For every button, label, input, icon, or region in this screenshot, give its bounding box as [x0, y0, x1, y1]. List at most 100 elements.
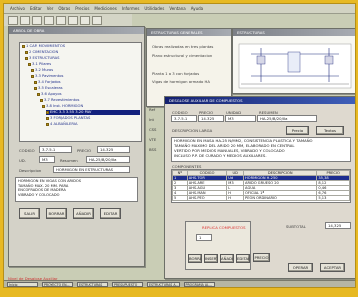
dialog-description-box[interactable]: HORMIGON EN MASA HA-25 N/MM2, CONSISTENC… [171, 137, 351, 162]
descripcion-field[interactable]: HORMIGON EN ESTRUCTURAS [53, 166, 130, 173]
tree-item-13[interactable]: 3 FORJADOS PLANTAS [46, 116, 90, 121]
precio-field[interactable]: 14.325 [97, 146, 130, 153]
start-button[interactable]: Inicio [7, 281, 38, 287]
tree-item-4[interactable]: 3.1 Pilares [28, 62, 51, 67]
precio-button[interactable]: Precio [286, 126, 309, 135]
taskbar: Inicio PROYECTO EN... ESTRUCTURAS PRESUP… [4, 280, 355, 287]
structure-drawing [238, 43, 352, 89]
tree-item-2[interactable]: 2 CIMENTACION [25, 50, 58, 55]
menu-ver[interactable]: Ver [47, 6, 54, 11]
table-row[interactable]: 4 AHS.MAN H OFICIAL 1ª 6,76 [172, 190, 350, 196]
toolbar-button-3[interactable] [32, 15, 42, 25]
tree-item-1[interactable]: 1 CAP. MOVIMIENTOS [22, 44, 65, 49]
toolbar-button-2[interactable] [20, 15, 30, 25]
vertical-label-5: BSS [149, 147, 157, 152]
codigo-label: CODIGO [19, 148, 35, 153]
tree-item-9[interactable]: 3.6 Apoyos [37, 92, 62, 97]
tree-item-6[interactable]: 3.3 Pavimentos [31, 74, 63, 79]
toolbar-button-1[interactable] [8, 15, 18, 25]
tree-item-10[interactable]: 3.7 Revestimientos [40, 98, 79, 103]
menu-informes[interactable]: Informes [122, 6, 140, 11]
toolbar-button-7[interactable] [80, 15, 90, 25]
folder-icon [37, 92, 40, 96]
dialog-title: DESGLOSE AUXILIAR DE COMPUESTOS [165, 97, 355, 104]
folder-icon [31, 74, 34, 78]
tree-item-7[interactable]: 3.4 Forjados [34, 80, 61, 85]
borrar-button[interactable]: BORRAR [46, 208, 67, 219]
editar-button[interactable]: EDITAR [100, 208, 121, 219]
folder-icon [40, 98, 43, 102]
folder-icon [46, 110, 49, 114]
menu-archivo[interactable]: Archivo [10, 6, 25, 11]
menubar: Archivo Editar Ver Obras Precios Medicio… [4, 4, 355, 14]
folder-icon [31, 68, 34, 72]
task-programa[interactable]: PROGRAMA AL... [183, 281, 215, 287]
tree-item-11[interactable]: 3.8 Inst. HORMIGON [42, 104, 83, 109]
subtotal-field[interactable]: 14,325 [325, 222, 351, 229]
menu-precios[interactable]: Precios [75, 6, 89, 11]
toolbar-button-4[interactable] [44, 15, 54, 25]
vertical-label-3: CSS [149, 127, 157, 132]
table-row[interactable]: 5 AHS.PEO H PEON ORDINARIO 5,13 [172, 195, 350, 201]
dialog-precio-field[interactable]: 14.325 [198, 115, 224, 122]
drawing-window-title: ESTRUCTURAS [233, 29, 355, 36]
borrar-bottom-button[interactable]: BORRAR [188, 254, 202, 263]
tree-item-8[interactable]: 3.5 Escaleras [34, 86, 63, 91]
descripcion-label: Descripcion [19, 168, 42, 173]
dialog-codigo-field[interactable]: 3.7.5.1 [171, 115, 197, 122]
folder-icon [46, 116, 49, 120]
folder-icon [42, 104, 45, 108]
unidad-label: UD. [19, 158, 26, 163]
menu-ayuda[interactable]: Ayuda [191, 6, 203, 11]
project-tree: 1 CAP. MOVIMIENTOS 2 CIMENTACION 3 ESTRU… [19, 42, 142, 142]
toolbar-button-6[interactable] [68, 15, 78, 25]
salir-button[interactable]: SALIR [19, 208, 40, 219]
anadir-bottom-button[interactable]: AÑADIR [220, 254, 234, 263]
tree-item-14[interactable]: 4 ALBAÑILERIA [46, 122, 78, 127]
menu-utilidades[interactable]: Utilidades [144, 6, 164, 11]
dialog-resumen-field[interactable]: HA-25/B/20/IIa [257, 115, 317, 122]
right-vertical-labels: Ref Int CSS VTE BSS [147, 105, 164, 233]
vertical-label-1: Ref [149, 107, 156, 112]
task-estructuras[interactable]: ESTRUCTURAS [77, 281, 108, 287]
descripcion-larga-label: DESCRIPCION LARGA [172, 128, 213, 133]
tree-item-5[interactable]: 3.2 Muros [31, 68, 53, 73]
resumen-field[interactable]: HA-25/B/20/IIa [86, 156, 130, 163]
desglose-dialog: DESGLOSE AUXILIAR DE COMPUESTOS CODIGO P… [164, 96, 355, 279]
insertar-bottom-button[interactable]: INSERTAR [204, 254, 218, 263]
long-description-box[interactable]: HORMIGON EN VIGAS CON ARIDOS TAMAÑO MAX.… [15, 177, 138, 202]
right-top-line-2: Plano estructural y cimentacion [152, 53, 213, 58]
vertical-label-2: Int [149, 117, 155, 122]
menu-ventana[interactable]: Ventana [169, 6, 185, 11]
precio-label: PRECIO [77, 148, 92, 153]
tree-item-selected[interactable]: EHC 3.3 3.55 3.20 PAV [46, 110, 140, 115]
left-window: ARBOL DE OBRA 1 CAP. MOVIMIENTOS 2 CIMEN… [8, 26, 145, 267]
menu-obras[interactable]: Obras [58, 6, 70, 11]
table-row[interactable]: 1 AHS.TOR Ud HORMIGON H-250 35,38 [172, 175, 350, 181]
unidad-field[interactable]: M3 [39, 156, 55, 163]
toolbar-button-5[interactable] [56, 15, 66, 25]
desktop: Archivo Editar Ver Obras Precios Medicio… [3, 3, 356, 288]
task-estructuras-alt[interactable]: ESTRUCTURAS A... [147, 281, 180, 287]
replica-panel: REPLICA COMPUESTOS 1 BORRAR INSERTAR AÑA… [185, 221, 251, 270]
task-proyecto[interactable]: PROYECTO EN... [42, 281, 73, 287]
aceptar-button[interactable]: ACEPTAR [320, 263, 345, 272]
tree-item-3[interactable]: 3 ESTRUCTURAS [25, 56, 60, 61]
folder-icon [25, 50, 28, 54]
editar-bottom-button[interactable]: EDITAR [236, 254, 250, 263]
folder-icon [34, 86, 37, 90]
table-row[interactable]: 2 AHS.ARE M3 ARIDO GRUESO 20 8,12 [172, 180, 350, 186]
textos-button[interactable]: Textos [316, 126, 344, 135]
anadir-button[interactable]: AÑADIR [73, 208, 94, 219]
codigo-field[interactable]: 3.7.5.1 [39, 146, 72, 153]
replica-field[interactable]: 1 [196, 234, 212, 241]
dialog-unidad-field[interactable]: M3 [225, 115, 256, 122]
folder-icon [25, 56, 28, 60]
folder-icon [22, 44, 25, 48]
menu-editar[interactable]: Editar [30, 6, 42, 11]
toolbar-button-8[interactable] [92, 15, 102, 25]
operar-button[interactable]: OPERAR [288, 263, 313, 272]
menu-mediciones[interactable]: Mediciones [94, 6, 116, 11]
task-presupuesto[interactable]: PRESUPUESTO [112, 281, 143, 287]
precio-bottom-button[interactable]: PRECIO [253, 253, 270, 262]
